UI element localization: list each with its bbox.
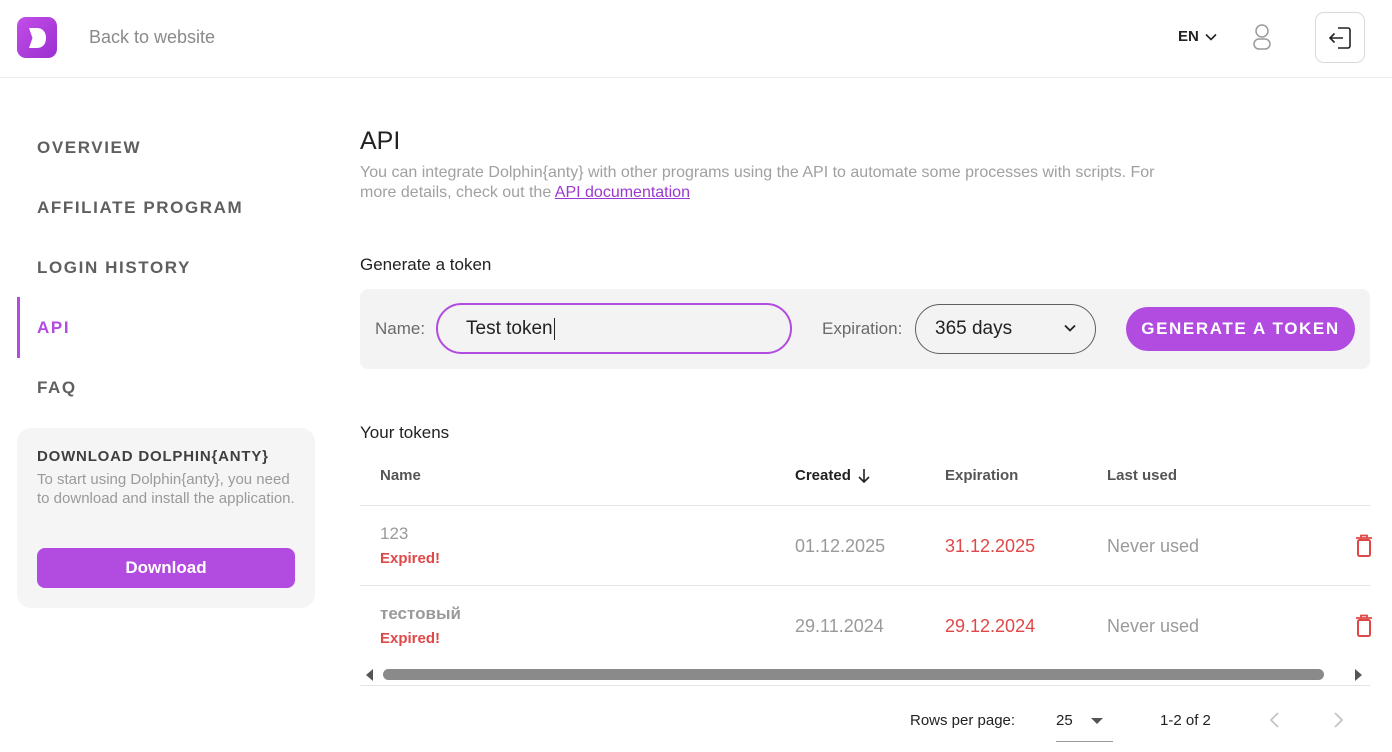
- chevron-down-icon: [1064, 324, 1076, 332]
- language-label: EN: [1178, 28, 1199, 45]
- dolphin-logo-icon: [29, 27, 46, 48]
- token-name-input[interactable]: Test token: [436, 303, 792, 354]
- sidebar-item-login-history[interactable]: LOGIN HISTORY: [17, 249, 307, 287]
- language-selector[interactable]: EN: [1178, 28, 1217, 45]
- download-card-title: DOWNLOAD DOLPHIN{ANTY}: [37, 448, 269, 465]
- rows-per-page-value: 25: [1056, 712, 1073, 729]
- download-card: DOWNLOAD DOLPHIN{ANTY} To start using Do…: [17, 428, 315, 608]
- horizontal-scrollbar[interactable]: [360, 664, 1370, 686]
- pagination-range: 1-2 of 2: [1160, 712, 1211, 729]
- token-last-used: Never used: [1107, 536, 1200, 556]
- token-name: 123: [380, 524, 409, 543]
- expiration-value: 365 days: [935, 318, 1013, 339]
- logout-button[interactable]: [1315, 12, 1365, 63]
- token-last-used: Never used: [1107, 616, 1200, 636]
- token-expiration: 29.12.2024: [945, 616, 1036, 636]
- scroll-left-arrow[interactable]: [366, 669, 373, 681]
- token-status: Expired!: [380, 630, 441, 647]
- page-description: You can integrate Dolphin{anty} with oth…: [360, 163, 1190, 202]
- expiration-select[interactable]: 365 days: [915, 304, 1096, 354]
- scroll-right-arrow[interactable]: [1355, 669, 1362, 681]
- rows-per-page-select[interactable]: 25: [1056, 706, 1113, 742]
- token-created: 29.11.2024: [795, 616, 884, 636]
- generate-token-button[interactable]: GENERATE A TOKEN: [1126, 307, 1355, 351]
- your-tokens-title: Your tokens: [360, 423, 450, 442]
- column-header-last-used[interactable]: Last used: [1107, 467, 1177, 484]
- expiration-label: Expiration:: [822, 319, 903, 338]
- token-expiration: 31.12.2025: [945, 536, 1036, 556]
- back-to-website-link[interactable]: Back to website: [89, 27, 215, 48]
- table-row: тестовый Expired! 29.11.2024 29.12.2024 …: [360, 585, 1373, 665]
- user-icon[interactable]: [1250, 23, 1274, 51]
- token-name-value: Test token: [466, 317, 553, 339]
- sidebar-item-faq[interactable]: FAQ: [17, 369, 307, 407]
- sidebar-item-affiliate-program[interactable]: AFFILIATE PROGRAM: [17, 189, 307, 227]
- name-label: Name:: [375, 319, 426, 338]
- arrow-down-icon: [858, 468, 870, 483]
- sidebar-item-overview[interactable]: OVERVIEW: [17, 129, 307, 167]
- logout-icon: [1328, 26, 1351, 49]
- table-row: 123 Expired! 01.12.2025 31.12.2025 Never…: [360, 505, 1373, 585]
- top-header: Back to website EN: [0, 0, 1392, 78]
- delete-icon[interactable]: [1355, 534, 1373, 558]
- page-description-text: You can integrate Dolphin{anty} with oth…: [360, 164, 1155, 201]
- chevron-down-icon: [1205, 33, 1217, 41]
- generate-token-title: Generate a token: [360, 255, 492, 274]
- download-button[interactable]: Download: [37, 548, 295, 588]
- delete-icon[interactable]: [1355, 614, 1373, 638]
- column-header-name[interactable]: Name: [380, 467, 421, 484]
- caret-down-icon: [1091, 718, 1103, 724]
- next-page-button[interactable]: [1328, 710, 1348, 730]
- rows-per-page-label: Rows per page:: [910, 712, 1016, 729]
- previous-page-button[interactable]: [1265, 710, 1285, 730]
- sidebar-item-api[interactable]: API: [17, 297, 307, 358]
- scrollbar-thumb[interactable]: [383, 669, 1324, 680]
- column-header-created[interactable]: Created: [795, 467, 871, 484]
- generate-token-panel: Name: Test token Expiration: 365 days GE…: [360, 289, 1370, 369]
- token-name: тестовый: [380, 604, 461, 623]
- text-caret: [553, 317, 556, 340]
- api-documentation-link[interactable]: API documentation: [555, 184, 690, 201]
- page-title: API: [360, 127, 401, 155]
- column-header-created-label: Created: [795, 467, 851, 484]
- dolphin-logo[interactable]: [17, 17, 57, 58]
- column-header-expiration[interactable]: Expiration: [945, 467, 1018, 484]
- token-created: 01.12.2025: [795, 536, 886, 556]
- download-card-text: To start using Dolphin{anty}, you need t…: [37, 471, 295, 507]
- token-status: Expired!: [380, 550, 441, 567]
